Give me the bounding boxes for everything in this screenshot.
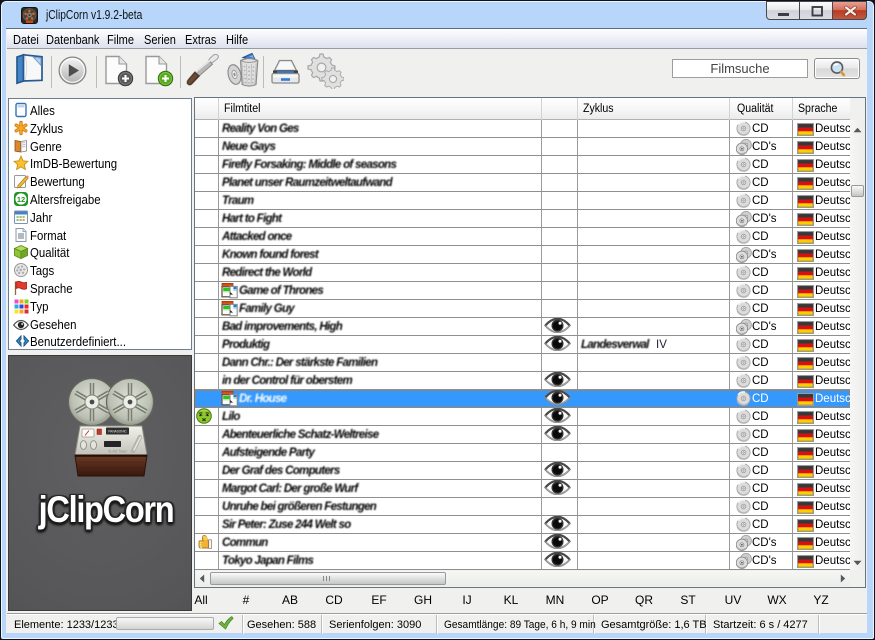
svg-text:12: 12 [17, 195, 25, 204]
svg-text:Solid State: Solid State [108, 449, 127, 454]
svg-text:PANASONIC: PANASONIC [108, 430, 127, 434]
